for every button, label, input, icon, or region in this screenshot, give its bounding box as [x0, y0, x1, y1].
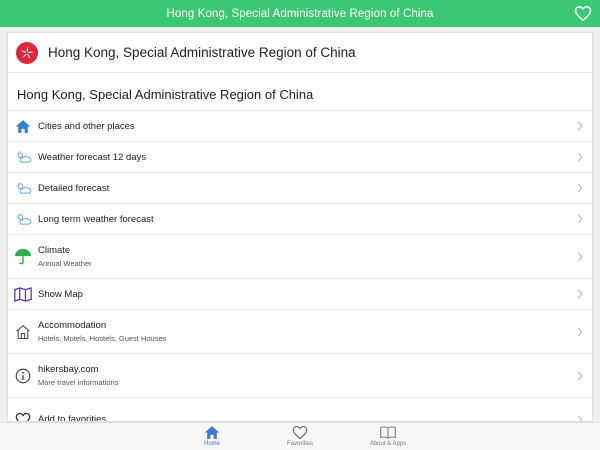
chevron-right-icon: [577, 251, 583, 262]
book-icon: [380, 426, 396, 439]
menu-item-long-term-forecast[interactable]: Long term weather forecast: [8, 203, 592, 234]
menu-item-label: Accommodation: [38, 320, 107, 331]
chevron-right-icon: [577, 121, 583, 131]
menu-item-subtitle: More travel informations: [38, 378, 119, 387]
country-header: Hong Kong, Special Administrative Region…: [8, 33, 592, 73]
home-icon: [14, 117, 32, 135]
weather-icon: [14, 179, 32, 197]
menu-item-climate[interactable]: Climate Annual Weather: [8, 234, 592, 278]
hong-kong-flag-icon: [16, 41, 38, 64]
menu-item-label: hikersbay.com: [38, 364, 99, 375]
weather-icon: [14, 210, 32, 228]
chevron-right-icon: [577, 183, 583, 193]
menu-item-subtitle: Hotels, Motels, Hostels, Guest Houses: [38, 334, 167, 343]
menu-item-accommodation[interactable]: Accommodation Hotels, Motels, Hostels, G…: [8, 309, 592, 353]
tab-home[interactable]: Home: [182, 425, 242, 450]
menu-item-label: Cities and other places: [38, 120, 135, 132]
menu-item-label: Long term weather forecast: [38, 213, 154, 225]
tab-label: Favorities: [286, 441, 313, 447]
chevron-right-icon: [577, 370, 583, 381]
chevron-right-icon: [577, 326, 583, 337]
menu-item-label: Weather forecast 12 days: [38, 151, 147, 163]
menu-item-subtitle: Annual Weather: [38, 259, 92, 268]
section-title: Hong Kong, Special Administrative Region…: [17, 87, 314, 102]
top-bar: Hong Kong, Special Administrative Region…: [0, 0, 600, 27]
home-icon: [204, 426, 220, 439]
tab-label: About & Apps: [369, 441, 407, 447]
bottom-tab-bar: Home Favorities About & Apps: [0, 422, 600, 450]
weather-icon: [14, 148, 32, 166]
menu-item-label: Climate: [38, 245, 71, 256]
chevron-right-icon: [577, 152, 583, 162]
heart-icon: [292, 425, 308, 440]
menu-list: Cities and other places Weather forecast…: [8, 110, 592, 422]
house-outline-icon: [14, 323, 32, 341]
menu-item-detailed-forecast[interactable]: Detailed forecast: [8, 172, 592, 203]
menu-item-label: Show Map: [38, 288, 83, 300]
map-icon: [14, 285, 32, 303]
menu-item-label: Detailed forecast: [38, 182, 110, 194]
menu-item-show-map[interactable]: Show Map: [8, 278, 592, 309]
tab-label: Home: [203, 441, 220, 447]
menu-item-add-to-favorites[interactable]: Add to favorities: [8, 397, 592, 422]
tab-favorites[interactable]: Favorities: [270, 425, 330, 450]
chevron-right-icon: [577, 414, 583, 421]
menu-item-label: Add to favorities: [38, 414, 107, 422]
heart-icon: [14, 411, 32, 421]
top-bar-title: Hong Kong, Special Administrative Region…: [166, 7, 434, 20]
umbrella-icon: [14, 248, 32, 266]
chevron-right-icon: [577, 214, 583, 224]
chevron-right-icon: [577, 289, 583, 299]
country-header-title: Hong Kong, Special Administrative Region…: [48, 45, 356, 60]
menu-item-hikersbay[interactable]: hikersbay.com More travel informations: [8, 353, 592, 397]
content-card: Hong Kong, Special Administrative Region…: [7, 32, 593, 422]
favorite-heart-icon[interactable]: [574, 5, 592, 22]
menu-item-weather-12-days[interactable]: Weather forecast 12 days: [8, 141, 592, 172]
menu-item-cities[interactable]: Cities and other places: [8, 110, 592, 141]
info-icon: [14, 367, 32, 385]
tab-about-apps[interactable]: About & Apps: [358, 425, 418, 450]
